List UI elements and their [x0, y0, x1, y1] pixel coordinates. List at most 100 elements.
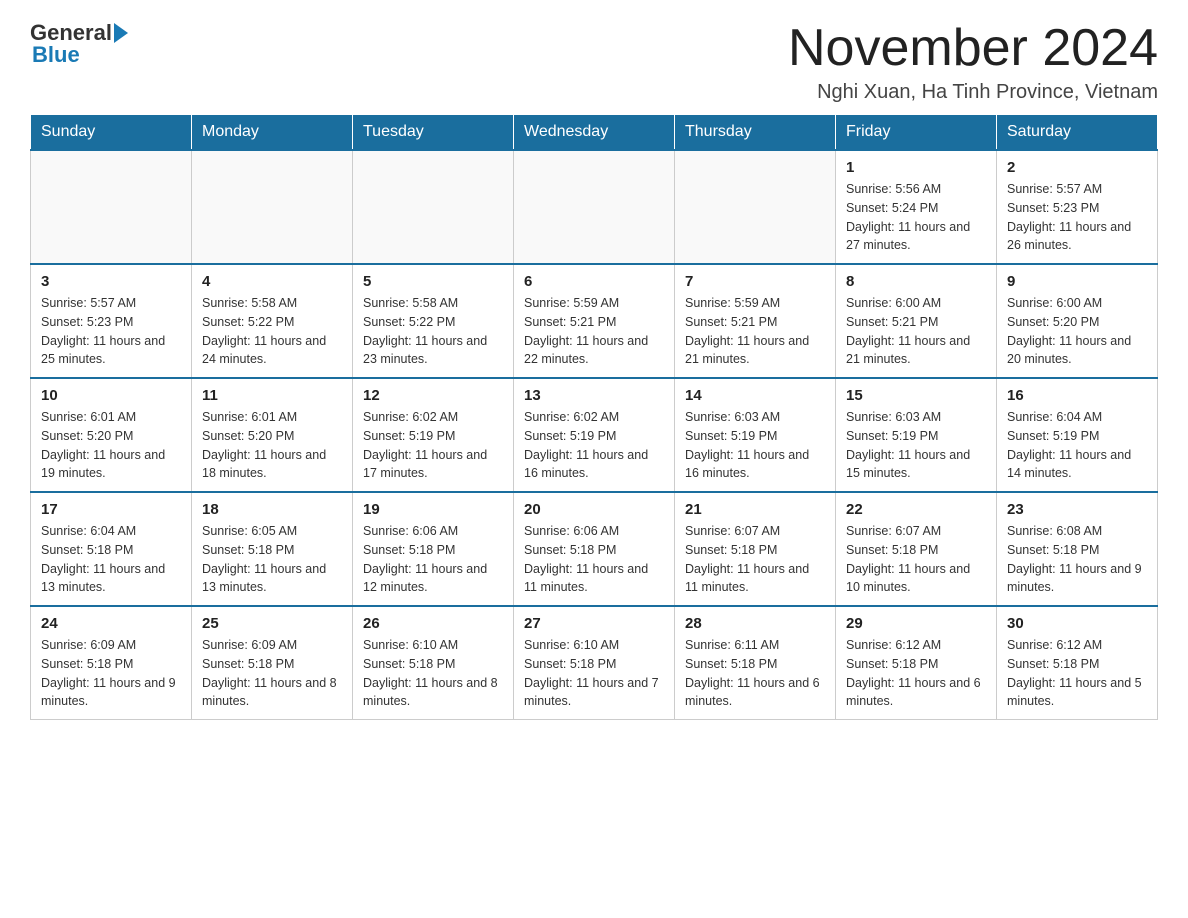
- calendar-week-3: 10 Sunrise: 6:01 AM Sunset: 5:20 PM Dayli…: [31, 378, 1158, 492]
- day-info: Sunrise: 5:59 AM Sunset: 5:21 PM Dayligh…: [685, 294, 825, 369]
- day-info: Sunrise: 6:12 AM Sunset: 5:18 PM Dayligh…: [846, 636, 986, 711]
- weekday-header-wednesday: Wednesday: [514, 115, 675, 151]
- day-number: 4: [202, 273, 342, 290]
- day-number: 24: [41, 615, 181, 632]
- day-number: 19: [363, 501, 503, 518]
- weekday-header-saturday: Saturday: [997, 115, 1158, 151]
- calendar-cell: 26Sunrise: 6:10 AM Sunset: 5:18 PM Dayli…: [353, 606, 514, 720]
- day-number: 1: [846, 159, 986, 176]
- day-info: Sunrise: 5:56 AM Sunset: 5:24 PM Dayligh…: [846, 180, 986, 255]
- day-number: 6: [524, 273, 664, 290]
- calendar-cell: [192, 150, 353, 264]
- calendar-cell: 14 Sunrise: 6:03 AM Sunset: 5:19 PM Dayli…: [675, 378, 836, 492]
- calendar-cell: [31, 150, 192, 264]
- calendar-cell: 11 Sunrise: 6:01 AM Sunset: 5:20 PM Dayli…: [192, 378, 353, 492]
- logo-arrow-icon: [114, 23, 128, 43]
- logo-blue-text: Blue: [32, 42, 80, 68]
- day-info: Sunrise: 6:08 AM Sunset: 5:18 PM Dayligh…: [1007, 522, 1147, 597]
- weekday-header-sunday: Sunday: [31, 115, 192, 151]
- day-number: 25: [202, 615, 342, 632]
- calendar-week-1: 1 Sunrise: 5:56 AM Sunset: 5:24 PM Daylig…: [31, 150, 1158, 264]
- page-header: General Blue November 2024 Nghi Xuan, Ha…: [30, 20, 1158, 104]
- day-number: 2: [1007, 159, 1147, 176]
- day-info: Sunrise: 6:01 AM Sunset: 5:20 PM Dayligh…: [41, 408, 181, 483]
- calendar-week-5: 24 Sunrise: 6:09 AM Sunset: 5:18 PM Dayli…: [31, 606, 1158, 720]
- day-number: 18: [202, 501, 342, 518]
- day-info: Sunrise: 6:06 AM Sunset: 5:18 PM Dayligh…: [524, 522, 664, 597]
- day-number: 13: [524, 387, 664, 404]
- day-number: 15: [846, 387, 986, 404]
- calendar-cell: 6 Sunrise: 5:59 AM Sunset: 5:21 PM Daylig…: [514, 264, 675, 378]
- calendar-cell: 10 Sunrise: 6:01 AM Sunset: 5:20 PM Dayli…: [31, 378, 192, 492]
- calendar-cell: 8 Sunrise: 6:00 AM Sunset: 5:21 PM Daylig…: [836, 264, 997, 378]
- day-number: 17: [41, 501, 181, 518]
- calendar-table: SundayMondayTuesdayWednesdayThursdayFrid…: [30, 114, 1158, 720]
- day-number: 29: [846, 615, 986, 632]
- calendar-cell: [675, 150, 836, 264]
- day-info: Sunrise: 6:03 AM Sunset: 5:19 PM Dayligh…: [685, 408, 825, 483]
- day-number: 30: [1007, 615, 1147, 632]
- calendar-week-4: 17 Sunrise: 6:04 AM Sunset: 5:18 PM Dayli…: [31, 492, 1158, 606]
- day-info: Sunrise: 5:57 AM Sunset: 5:23 PM Dayligh…: [1007, 180, 1147, 255]
- day-info: Sunrise: 6:09 AM Sunset: 5:18 PM Dayligh…: [41, 636, 181, 711]
- day-info: Sunrise: 6:04 AM Sunset: 5:18 PM Dayligh…: [41, 522, 181, 597]
- day-number: 20: [524, 501, 664, 518]
- day-number: 16: [1007, 387, 1147, 404]
- weekday-header-thursday: Thursday: [675, 115, 836, 151]
- day-info: Sunrise: 5:59 AM Sunset: 5:21 PM Dayligh…: [524, 294, 664, 369]
- calendar-cell: 9Sunrise: 6:00 AM Sunset: 5:20 PM Daylig…: [997, 264, 1158, 378]
- calendar-cell: 30Sunrise: 6:12 AM Sunset: 5:18 PM Dayli…: [997, 606, 1158, 720]
- day-info: Sunrise: 6:05 AM Sunset: 5:18 PM Dayligh…: [202, 522, 342, 597]
- day-info: Sunrise: 6:04 AM Sunset: 5:19 PM Dayligh…: [1007, 408, 1147, 483]
- day-number: 21: [685, 501, 825, 518]
- calendar-cell: 19 Sunrise: 6:06 AM Sunset: 5:18 PM Dayli…: [353, 492, 514, 606]
- day-number: 23: [1007, 501, 1147, 518]
- day-info: Sunrise: 6:09 AM Sunset: 5:18 PM Dayligh…: [202, 636, 342, 711]
- day-number: 10: [41, 387, 181, 404]
- calendar-cell: 24 Sunrise: 6:09 AM Sunset: 5:18 PM Dayli…: [31, 606, 192, 720]
- day-number: 14: [685, 387, 825, 404]
- day-number: 28: [685, 615, 825, 632]
- day-info: Sunrise: 6:07 AM Sunset: 5:18 PM Dayligh…: [685, 522, 825, 597]
- calendar-cell: 16 Sunrise: 6:04 AM Sunset: 5:19 PM Dayli…: [997, 378, 1158, 492]
- day-number: 7: [685, 273, 825, 290]
- calendar-week-2: 3Sunrise: 5:57 AM Sunset: 5:23 PM Daylig…: [31, 264, 1158, 378]
- day-number: 11: [202, 387, 342, 404]
- calendar-cell: 1 Sunrise: 5:56 AM Sunset: 5:24 PM Daylig…: [836, 150, 997, 264]
- day-info: Sunrise: 5:58 AM Sunset: 5:22 PM Dayligh…: [363, 294, 503, 369]
- day-number: 26: [363, 615, 503, 632]
- calendar-cell: [353, 150, 514, 264]
- calendar-cell: 12 Sunrise: 6:02 AM Sunset: 5:19 PM Dayli…: [353, 378, 514, 492]
- day-info: Sunrise: 6:07 AM Sunset: 5:18 PM Dayligh…: [846, 522, 986, 597]
- day-number: 27: [524, 615, 664, 632]
- calendar-cell: 25 Sunrise: 6:09 AM Sunset: 5:18 PM Dayli…: [192, 606, 353, 720]
- calendar-cell: 2 Sunrise: 5:57 AM Sunset: 5:23 PM Daylig…: [997, 150, 1158, 264]
- calendar-cell: 5Sunrise: 5:58 AM Sunset: 5:22 PM Daylig…: [353, 264, 514, 378]
- logo: General Blue: [30, 20, 128, 68]
- calendar-cell: 27 Sunrise: 6:10 AM Sunset: 5:18 PM Dayli…: [514, 606, 675, 720]
- day-info: Sunrise: 6:00 AM Sunset: 5:21 PM Dayligh…: [846, 294, 986, 369]
- day-info: Sunrise: 6:02 AM Sunset: 5:19 PM Dayligh…: [363, 408, 503, 483]
- weekday-header-tuesday: Tuesday: [353, 115, 514, 151]
- day-info: Sunrise: 6:00 AM Sunset: 5:20 PM Dayligh…: [1007, 294, 1147, 369]
- day-number: 22: [846, 501, 986, 518]
- calendar-cell: 22 Sunrise: 6:07 AM Sunset: 5:18 PM Dayli…: [836, 492, 997, 606]
- day-info: Sunrise: 6:01 AM Sunset: 5:20 PM Dayligh…: [202, 408, 342, 483]
- day-number: 8: [846, 273, 986, 290]
- weekday-header-monday: Monday: [192, 115, 353, 151]
- calendar-body: 1 Sunrise: 5:56 AM Sunset: 5:24 PM Daylig…: [31, 150, 1158, 720]
- day-info: Sunrise: 6:10 AM Sunset: 5:18 PM Dayligh…: [524, 636, 664, 711]
- calendar-cell: 29 Sunrise: 6:12 AM Sunset: 5:18 PM Dayli…: [836, 606, 997, 720]
- month-title: November 2024: [788, 20, 1158, 77]
- calendar-cell: 21 Sunrise: 6:07 AM Sunset: 5:18 PM Dayli…: [675, 492, 836, 606]
- calendar-header: SundayMondayTuesdayWednesdayThursdayFrid…: [31, 115, 1158, 151]
- day-info: Sunrise: 6:11 AM Sunset: 5:18 PM Dayligh…: [685, 636, 825, 711]
- calendar-cell: 3Sunrise: 5:57 AM Sunset: 5:23 PM Daylig…: [31, 264, 192, 378]
- location-text: Nghi Xuan, Ha Tinh Province, Vietnam: [788, 81, 1158, 104]
- calendar-cell: 23 Sunrise: 6:08 AM Sunset: 5:18 PM Dayli…: [997, 492, 1158, 606]
- calendar-cell: 13Sunrise: 6:02 AM Sunset: 5:19 PM Dayli…: [514, 378, 675, 492]
- day-number: 12: [363, 387, 503, 404]
- weekday-header-friday: Friday: [836, 115, 997, 151]
- day-info: Sunrise: 6:06 AM Sunset: 5:18 PM Dayligh…: [363, 522, 503, 597]
- calendar-cell: 20 Sunrise: 6:06 AM Sunset: 5:18 PM Dayli…: [514, 492, 675, 606]
